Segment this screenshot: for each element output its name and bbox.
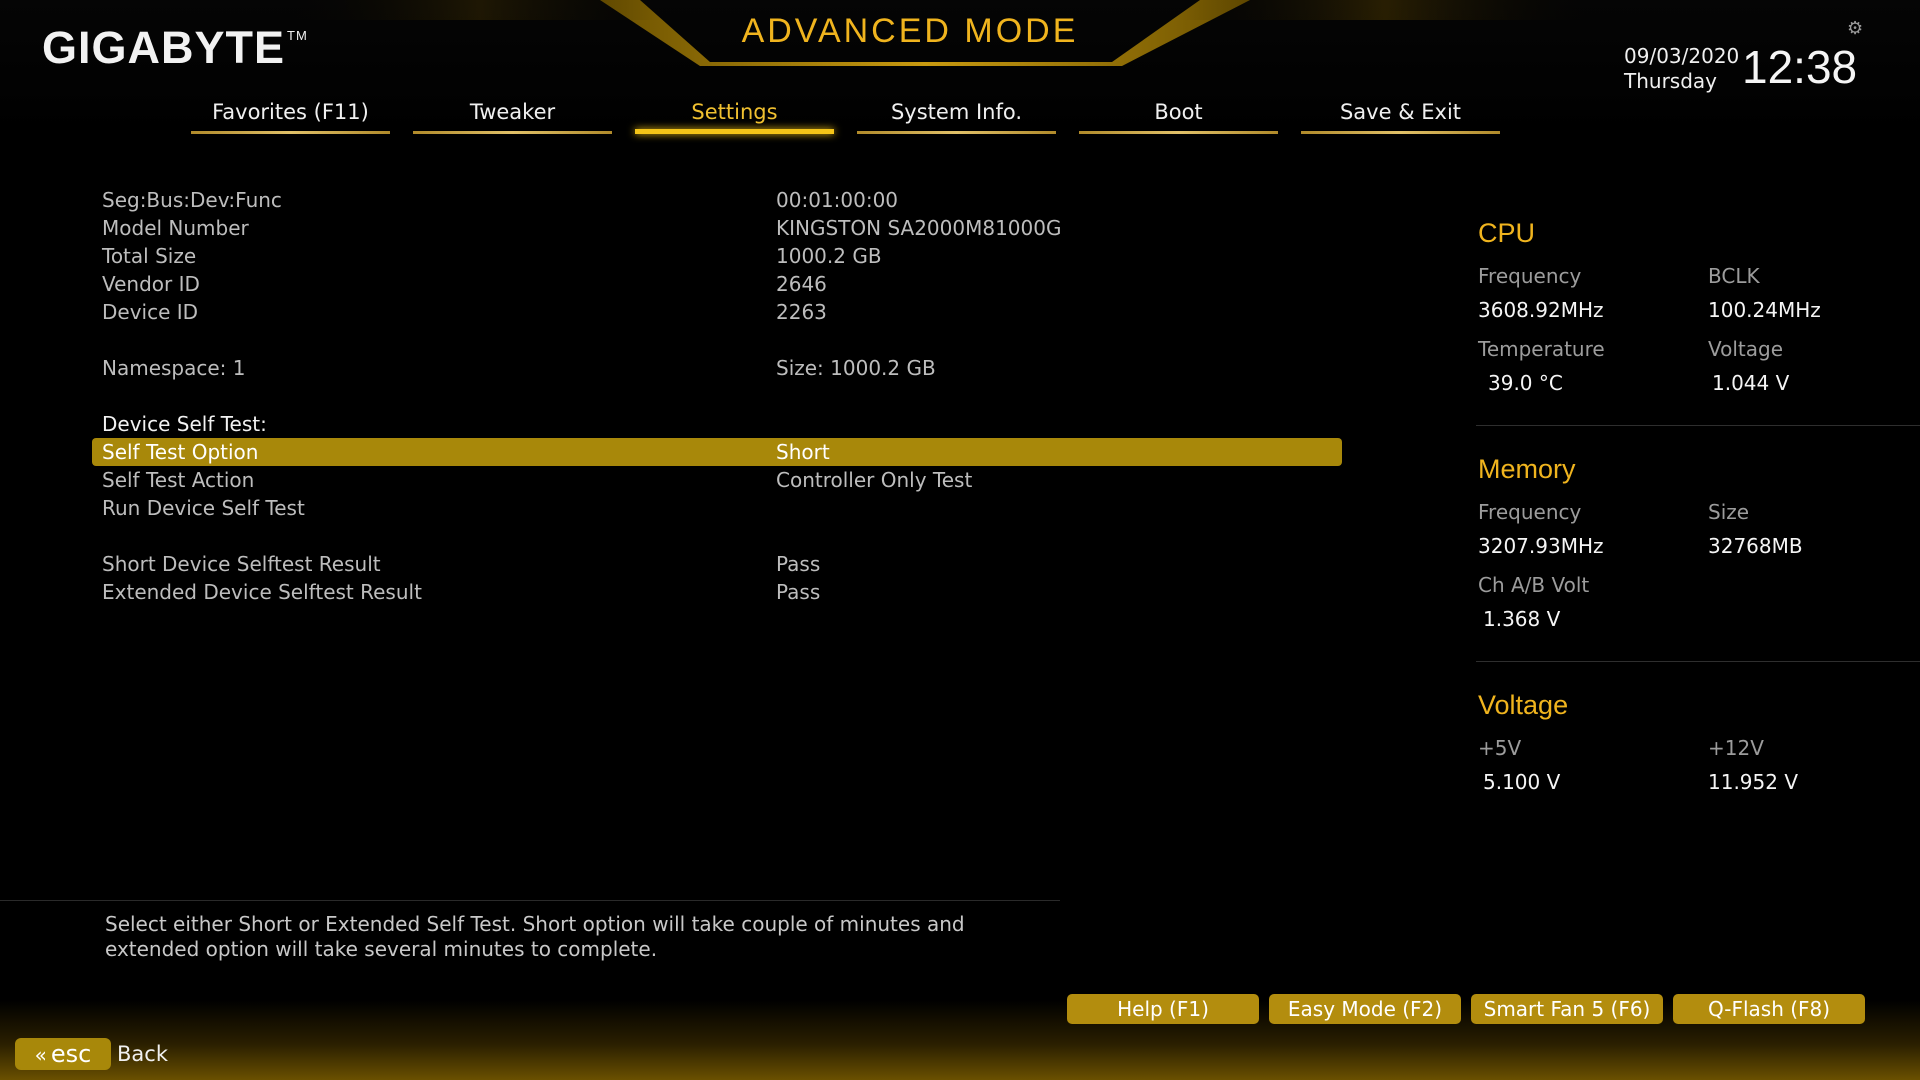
help-divider (0, 900, 1060, 901)
smart-fan-button[interactable]: Smart Fan 5 (F6) (1471, 994, 1663, 1024)
list-item-model-number: Model Number KINGSTON SA2000M81000G (92, 214, 1342, 242)
divider (1476, 425, 1920, 426)
tab-system-info[interactable]: System Info. (857, 96, 1056, 136)
list-item-short-selftest-result: Short Device Selftest Result Pass (92, 550, 1342, 578)
cpu-frequency-value: 3608.92MHz (1478, 298, 1604, 322)
list-item-device-id: Device ID 2263 (92, 298, 1342, 326)
list-item-self-test-option[interactable]: Self Test Option Short (92, 438, 1342, 466)
item-label: Self Test Option (102, 440, 259, 464)
settings-list: Seg:Bus:Dev:Func 00:01:00:00 Model Number… (92, 186, 1342, 606)
cpu-bclk-value: 100.24MHz (1708, 298, 1821, 322)
memory-frequency-value: 3207.93MHz (1478, 534, 1604, 558)
memory-size-label: Size (1708, 500, 1750, 524)
item-value: Short (776, 440, 830, 464)
voltage-monitor: Voltage +5V +12V 5.100 V 11.952 V (1478, 690, 1920, 800)
memory-volt-value: 1.368 V (1483, 607, 1561, 631)
item-label: Self Test Action (102, 468, 255, 492)
item-label: Namespace: 1 (102, 356, 246, 380)
back-label: Back (117, 1042, 168, 1066)
list-item-seg-bus-dev-func: Seg:Bus:Dev:Func 00:01:00:00 (92, 186, 1342, 214)
page-title: ADVANCED MODE (741, 12, 1079, 50)
clock-time: 12:38 (1742, 41, 1858, 93)
section-heading-device-self-test: Device Self Test: (92, 410, 1342, 438)
item-label: Run Device Self Test (102, 496, 305, 520)
item-value: 2646 (776, 272, 827, 296)
main-tabs: Favorites (F11) Tweaker Settings System … (191, 96, 1500, 136)
list-item-run-device-self-test[interactable]: Run Device Self Test (92, 494, 1342, 522)
voltage-5v-value: 5.100 V (1483, 770, 1561, 794)
cpu-monitor: CPU Frequency BCLK 3608.92MHz 100.24MHz … (1478, 218, 1920, 398)
cpu-bclk-label: BCLK (1708, 264, 1760, 288)
voltage-12v-label: +12V (1708, 736, 1764, 760)
cpu-voltage-value: 1.044 V (1712, 371, 1790, 395)
cpu-temperature-value: 39.0 °C (1488, 371, 1563, 395)
tab-save-exit[interactable]: Save & Exit (1301, 96, 1500, 136)
gigabyte-logo: GIGABYTE TM (42, 22, 308, 74)
item-value: Pass (776, 580, 821, 604)
item-label: Short Device Selftest Result (102, 552, 381, 576)
logo-trademark: TM (287, 28, 308, 43)
list-item-vendor-id: Vendor ID 2646 (92, 270, 1342, 298)
list-item-extended-selftest-result: Extended Device Selftest Result Pass (92, 578, 1342, 606)
item-label: Extended Device Selftest Result (102, 580, 422, 604)
cpu-frequency-label: Frequency (1478, 264, 1582, 288)
voltage-12v-value: 11.952 V (1708, 770, 1799, 794)
item-value: 2263 (776, 300, 827, 324)
tab-tweaker[interactable]: Tweaker (413, 96, 612, 136)
item-value: Size: 1000.2 GB (776, 356, 936, 380)
esc-label: esc (50, 1040, 92, 1068)
memory-volt-label: Ch A/B Volt (1478, 573, 1590, 597)
item-value: 00:01:00:00 (776, 188, 899, 212)
cpu-voltage-label: Voltage (1708, 337, 1784, 361)
tab-settings[interactable]: Settings (635, 96, 834, 136)
help-button[interactable]: Help (F1) (1067, 994, 1259, 1024)
voltage-5v-label: +5V (1478, 736, 1522, 760)
date-text: 09/03/2020 (1624, 44, 1740, 68)
item-label: Device ID (102, 300, 199, 324)
cpu-title: CPU (1478, 218, 1536, 248)
tab-boot[interactable]: Boot (1079, 96, 1278, 136)
item-label: Model Number (102, 216, 249, 240)
item-label: Seg:Bus:Dev:Func (102, 188, 282, 212)
memory-size-value: 32768MB (1708, 534, 1803, 558)
q-flash-button[interactable]: Q-Flash (F8) (1673, 994, 1865, 1024)
memory-monitor: Memory Frequency Size 3207.93MHz 32768MB… (1478, 454, 1920, 634)
logo-text: GIGABYTE (42, 22, 286, 73)
divider (1476, 661, 1920, 662)
gear-icon[interactable]: ⚙ (1847, 18, 1863, 39)
esc-button[interactable]: «esc (15, 1038, 111, 1070)
item-label: Vendor ID (102, 272, 200, 296)
item-value: KINGSTON SA2000M81000G (776, 216, 1062, 240)
date-display: 09/03/2020 Thursday (1624, 44, 1739, 94)
easy-mode-button[interactable]: Easy Mode (F2) (1269, 994, 1461, 1024)
memory-title: Memory (1478, 454, 1576, 484)
cpu-temperature-label: Temperature (1478, 337, 1605, 361)
item-value: Controller Only Test (776, 468, 973, 492)
tab-favorites[interactable]: Favorites (F11) (191, 96, 390, 136)
list-item-self-test-action[interactable]: Self Test Action Controller Only Test (92, 466, 1342, 494)
weekday-text: Thursday (1624, 69, 1717, 93)
item-label: Device Self Test: (102, 412, 267, 436)
item-value: Pass (776, 552, 821, 576)
item-label: Total Size (102, 244, 197, 268)
help-text: Select either Short or Extended Self Tes… (105, 912, 965, 961)
item-value: 1000.2 GB (776, 244, 882, 268)
list-item-total-size: Total Size 1000.2 GB (92, 242, 1342, 270)
voltage-title: Voltage (1478, 690, 1569, 720)
list-item-namespace: Namespace: 1 Size: 1000.2 GB (92, 354, 1342, 382)
function-keys: Help (F1) Easy Mode (F2) Smart Fan 5 (F6… (1067, 994, 1865, 1024)
memory-frequency-label: Frequency (1478, 500, 1582, 524)
double-chevron-left-icon: « (34, 1043, 47, 1067)
